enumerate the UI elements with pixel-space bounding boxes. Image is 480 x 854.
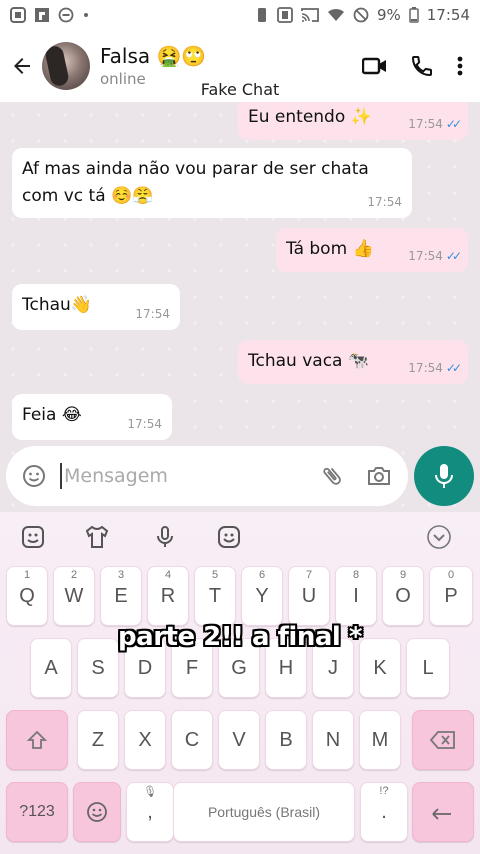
video-caption: parte 2!! a final * bbox=[118, 622, 362, 652]
key-r[interactable]: 4R bbox=[147, 566, 189, 626]
message-time: 17:54 bbox=[127, 416, 162, 431]
nfc-icon bbox=[277, 7, 293, 23]
key-z[interactable]: Z bbox=[77, 710, 119, 770]
key-i[interactable]: 8I bbox=[335, 566, 377, 626]
comma-mic-hint: 🎙 bbox=[143, 786, 157, 798]
backspace-icon bbox=[430, 731, 455, 749]
message-time: 17:54 bbox=[367, 194, 402, 209]
emoji-icon[interactable] bbox=[22, 464, 46, 488]
message-text: Tá bom 👍 bbox=[286, 239, 374, 259]
key-n[interactable]: N bbox=[312, 710, 354, 770]
message-bubble[interactable]: Af mas ainda não vou parar de ser chata … bbox=[12, 148, 412, 218]
keyboard-toolbar bbox=[0, 512, 480, 560]
key-u[interactable]: 7U bbox=[288, 566, 330, 626]
key-q[interactable]: 1Q bbox=[6, 566, 48, 626]
emoji-keyboard-icon[interactable] bbox=[216, 524, 242, 550]
key-x[interactable]: X bbox=[124, 710, 166, 770]
key-p[interactable]: 0P bbox=[429, 566, 473, 626]
wifi-icon bbox=[327, 8, 344, 21]
enter-key[interactable] bbox=[412, 782, 474, 842]
read-ticks-icon: ✓✓ bbox=[445, 116, 462, 131]
key-y[interactable]: 6Y bbox=[241, 566, 283, 626]
status-time: 17:54 bbox=[426, 6, 470, 24]
message-bubble[interactable]: Eu entendo ✨ 17:54 ✓✓ bbox=[238, 102, 468, 140]
no-signal-icon bbox=[353, 7, 369, 23]
mic-button[interactable] bbox=[414, 446, 474, 506]
message-bubble[interactable]: Tchau vaca 🐄 17:54 ✓✓ bbox=[238, 340, 468, 384]
collapse-chevron-icon[interactable] bbox=[426, 524, 452, 550]
mic-icon bbox=[435, 464, 453, 488]
notification-dot-icon bbox=[84, 13, 88, 17]
message-text: Af mas ainda não vou parar de ser chata … bbox=[22, 159, 369, 207]
message-composer[interactable]: Mensagem bbox=[6, 446, 408, 506]
theme-shirt-icon[interactable] bbox=[84, 524, 110, 550]
fake-chat-watermark: Fake Chat bbox=[200, 80, 280, 99]
message-time: 17:54 bbox=[135, 306, 170, 321]
sticker-icon[interactable] bbox=[20, 524, 46, 550]
message-bubble[interactable]: Feia 😂 17:54 bbox=[12, 394, 172, 440]
key-b[interactable]: B bbox=[265, 710, 307, 770]
read-ticks-icon: ✓✓ bbox=[445, 360, 462, 375]
message-text: Tchau👋 bbox=[22, 295, 92, 315]
voice-input-icon[interactable] bbox=[152, 524, 178, 550]
vibrate-icon bbox=[257, 8, 266, 22]
shift-key[interactable] bbox=[6, 710, 68, 770]
camera-icon[interactable] bbox=[366, 464, 392, 488]
key-v[interactable]: V bbox=[218, 710, 260, 770]
key-w[interactable]: 2W bbox=[53, 566, 95, 626]
read-ticks-icon: ✓✓ bbox=[445, 248, 462, 263]
space-key[interactable]: Português (Brasil) bbox=[173, 782, 355, 842]
message-time: 17:54 bbox=[408, 360, 443, 375]
battery-icon bbox=[409, 7, 419, 23]
key-e[interactable]: 3E bbox=[100, 566, 142, 626]
signal-dot-icon bbox=[10, 7, 26, 23]
message-text: Tchau vaca 🐄 bbox=[248, 351, 370, 371]
comma-key[interactable]: 🎙 , bbox=[126, 782, 174, 842]
keyboard: 1Q 2W 3E 4R 5T 6Y 7U 8I 9O 0P A S D F G … bbox=[0, 512, 480, 854]
contact-name: Falsa 🤮🙄 bbox=[100, 44, 207, 68]
message-text: Feia 😂 bbox=[22, 405, 82, 425]
back-arrow-icon[interactable] bbox=[10, 54, 34, 78]
attach-icon[interactable] bbox=[320, 464, 344, 488]
status-bar: 9% 17:54 bbox=[0, 0, 480, 30]
voice-call-icon[interactable] bbox=[410, 54, 434, 78]
key-c[interactable]: C bbox=[171, 710, 213, 770]
backspace-key[interactable] bbox=[412, 710, 474, 770]
symbols-key[interactable]: ?123 bbox=[6, 782, 68, 842]
flipboard-icon bbox=[35, 8, 49, 22]
emoji-key[interactable] bbox=[73, 782, 121, 842]
key-t[interactable]: 5T bbox=[194, 566, 236, 626]
message-time: 17:54 bbox=[408, 248, 443, 263]
message-bubble[interactable]: Tá bom 👍 17:54 ✓✓ bbox=[276, 228, 468, 272]
battery-percent: 9% bbox=[376, 6, 401, 24]
key-o[interactable]: 9O bbox=[382, 566, 424, 626]
message-bubble[interactable]: Tchau👋 17:54 bbox=[12, 284, 180, 330]
message-text: Eu entendo ✨ bbox=[248, 107, 372, 127]
video-call-icon[interactable] bbox=[362, 54, 388, 78]
text-cursor bbox=[60, 463, 62, 489]
period-key[interactable]: !? . bbox=[360, 782, 408, 842]
cast-icon bbox=[301, 8, 319, 22]
smiley-icon bbox=[87, 802, 107, 822]
more-options-icon[interactable] bbox=[456, 54, 464, 78]
message-input[interactable]: Mensagem bbox=[64, 465, 168, 487]
shift-arrow-icon bbox=[26, 730, 48, 749]
enter-icon bbox=[432, 808, 451, 820]
dnd-icon bbox=[58, 7, 74, 23]
message-time: 17:54 bbox=[408, 116, 443, 131]
key-m[interactable]: M bbox=[359, 710, 401, 770]
